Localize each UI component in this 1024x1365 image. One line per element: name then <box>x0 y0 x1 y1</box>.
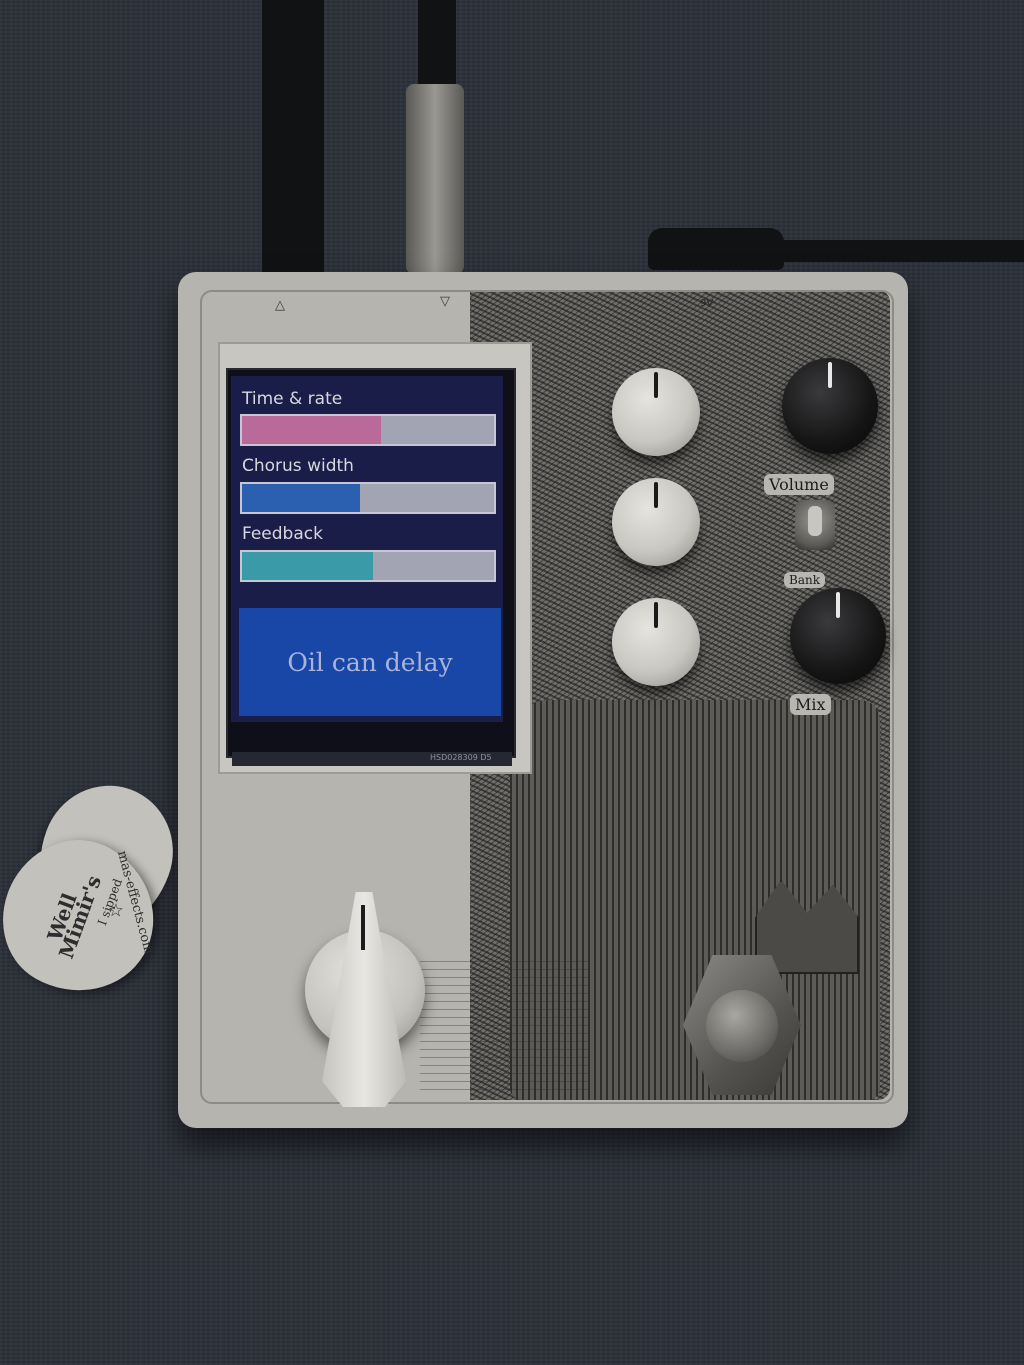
volume-label: Volume <box>764 474 834 495</box>
output-cable <box>418 0 456 90</box>
chorus-width-knob[interactable] <box>612 478 700 566</box>
output-jack-plug <box>406 84 464 274</box>
param-label-feedback: Feedback <box>242 524 323 544</box>
param-label-chorus-width: Chorus width <box>242 456 354 476</box>
mix-label: Mix <box>790 694 831 715</box>
preset-name: Oil can delay <box>287 647 453 677</box>
power-cable <box>648 228 784 270</box>
mix-knob[interactable] <box>790 588 886 684</box>
param-bar-time-rate <box>240 414 496 446</box>
screen-model-label: HSD028309 D5 <box>430 753 492 762</box>
feedback-knob[interactable] <box>612 598 700 686</box>
power-label: 9V <box>700 298 714 309</box>
volume-knob[interactable] <box>782 358 878 454</box>
bank-label: Bank <box>784 572 825 588</box>
bank-toggle-lever[interactable] <box>808 506 822 536</box>
param-bar-fill <box>242 552 374 580</box>
power-cable-wire <box>780 240 1024 262</box>
param-label-time-rate: Time & rate <box>242 389 343 409</box>
param-bar-chorus-width <box>240 482 496 514</box>
selector-knob-indicator <box>361 905 365 950</box>
param-bar-feedback <box>240 550 496 582</box>
input-cable <box>262 0 324 280</box>
time-rate-knob[interactable] <box>612 368 700 456</box>
footswitch[interactable] <box>706 990 778 1062</box>
input-jack-indicator: △ <box>275 298 285 313</box>
output-jack-indicator: ▽ <box>440 294 450 309</box>
param-bar-fill <box>242 416 381 444</box>
param-bar-fill <box>242 484 361 512</box>
